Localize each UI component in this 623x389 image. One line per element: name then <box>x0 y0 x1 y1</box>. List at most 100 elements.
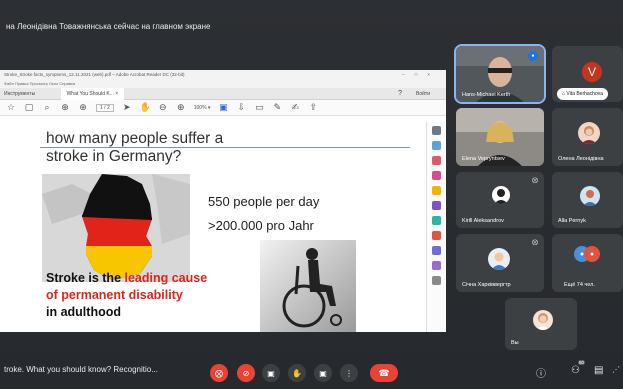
edit-pdf-icon[interactable] <box>432 171 441 180</box>
avatar <box>580 186 600 206</box>
mic-muted-icon: ⨂ <box>532 240 538 246</box>
pen-icon[interactable]: ✎ <box>272 102 282 113</box>
stroke-statement: Stroke is the leading cause of permanent… <box>46 270 207 321</box>
hand-icon[interactable]: ✋ <box>140 102 151 113</box>
avatar-photo <box>536 313 550 330</box>
next-page-icon[interactable]: ⊕ <box>78 102 88 113</box>
acrobat-title: Stroke_Stroke facts_symptoms_12.11.2021 … <box>4 72 185 77</box>
more-participants-tile[interactable]: ● ● Ещё 74 чел. <box>552 234 623 292</box>
sign-icon[interactable]: ✍ <box>290 102 300 113</box>
avatar <box>533 310 553 330</box>
save-icon[interactable]: ▢ <box>24 102 34 113</box>
avatar <box>488 248 510 270</box>
fact-per-year: >200.000 pro Jahr <box>208 218 314 233</box>
participant-tile-hans[interactable]: ● Hans-Michael Kerth <box>454 44 546 104</box>
shared-screen[interactable]: Stroke_Stroke facts_symptoms_12.11.2021 … <box>0 70 446 332</box>
slide-title-line1: how many people suffer a <box>46 130 224 147</box>
participant-name: Elena Vepryntsev <box>462 156 505 162</box>
redact-icon[interactable] <box>432 231 441 240</box>
star-icon[interactable]: ☆ <box>6 102 16 113</box>
page-number-input[interactable]: 1 / 2 <box>96 103 114 112</box>
participant-tile-alla[interactable]: Alla Pernyk <box>552 172 623 228</box>
participant-name: Alla Pernyk <box>558 218 586 224</box>
participant-tile-kirill[interactable]: ⨂ Kirill Aleksandrov <box>456 172 544 228</box>
more-options-button[interactable]: ⋮ <box>340 364 358 382</box>
create-pdf-icon[interactable] <box>432 141 441 150</box>
avatar: V <box>582 62 602 82</box>
window-controls[interactable]: –□× <box>402 70 440 80</box>
acrobat-menubar[interactable]: Файл Правка Просмотр Окно Справка <box>0 80 446 88</box>
raise-hand-button[interactable]: ✋ <box>288 364 306 382</box>
participant-tile-olena[interactable]: Олена Леонідівна <box>552 108 623 166</box>
zoom-tool-icon[interactable] <box>432 126 441 135</box>
organize-icon[interactable] <box>432 216 441 225</box>
camera-off-button[interactable]: ⊘ <box>237 364 255 382</box>
participant-name: Vita Berhachova <box>566 91 604 97</box>
meeting-title: troke. What you should know? Recognitio.… <box>4 365 158 374</box>
captions-button[interactable]: ▣ <box>262 364 280 382</box>
prev-page-icon[interactable]: ⊕ <box>60 102 70 113</box>
search-icon[interactable]: ⌕ <box>42 102 52 113</box>
more-participants-label: Ещё 74 чел. <box>564 282 595 288</box>
combine-icon[interactable] <box>432 201 441 210</box>
avatar <box>578 122 600 144</box>
help-icon[interactable]: ? <box>398 88 402 100</box>
info-icon[interactable]: ⓘ <box>536 365 546 380</box>
avatar: ● <box>584 246 600 262</box>
stroke-suffix: in adulthood <box>46 305 121 319</box>
more-tools-icon[interactable] <box>432 276 441 285</box>
avatar <box>492 186 510 204</box>
fill-sign-icon[interactable] <box>432 261 441 270</box>
avatar-photo <box>581 126 597 144</box>
tab-document[interactable]: What You Should K... × <box>60 88 125 100</box>
comment-tool-icon[interactable] <box>432 186 441 195</box>
export-pdf-icon[interactable] <box>432 156 441 165</box>
participant-tile-elena[interactable]: Elena Vepryntsev <box>456 108 544 166</box>
scroll-icon[interactable]: ⇩ <box>236 102 246 113</box>
stroke-highlight-2: of permanent disability <box>46 288 183 302</box>
pdf-slide: how many people suffer a stroke in Germa… <box>40 130 410 332</box>
leave-call-button[interactable]: ☎ <box>370 364 398 382</box>
zoom-select[interactable]: 100% ▾ <box>194 105 211 111</box>
protect-icon[interactable] <box>432 246 441 255</box>
stroke-prefix: Stroke is the <box>46 271 125 285</box>
acrobat-toolbar: ☆ ▢ ⌕ ⊕ ⊕ 1 / 2 ➤ ✋ ⊖ ⊕ 100% ▾ ▣ ⇩ ▭ ✎ ✍… <box>0 100 446 116</box>
participant-name-vita: ⌂ Vita Berhachova <box>557 88 609 100</box>
share-icon[interactable]: ⇪ <box>308 102 318 113</box>
participant-tile-sichna[interactable]: ⨂ Січна Харківвергтр <box>456 234 544 292</box>
avatar-photo <box>583 190 597 206</box>
acrobat-titlebar: Stroke_Stroke facts_symptoms_12.11.2021 … <box>0 70 446 80</box>
acrobat-tabs: Инструменты What You Should K... × ? Вой… <box>0 88 446 100</box>
chat-icon[interactable]: ▤ <box>594 365 603 376</box>
speaking-indicator-icon: ● <box>528 51 538 61</box>
acrobat-right-toolbar <box>426 122 446 332</box>
cursor-icon[interactable]: ➤ <box>122 102 132 113</box>
avatar-photo <box>494 189 508 204</box>
participant-name: Олена Леонідівна <box>558 156 604 162</box>
presenting-banner: на Леонідівна Товажнянська сейчас на гла… <box>6 22 211 31</box>
participant-name: Січна Харківвергтр <box>462 282 511 288</box>
fit-page-icon[interactable]: ▣ <box>218 102 228 113</box>
zoom-in-icon[interactable]: ⊕ <box>176 102 186 113</box>
germany-map-image <box>42 174 190 282</box>
participant-name: Hans-Michael Kerth <box>462 92 511 98</box>
fact-per-day: 550 people per day <box>208 194 320 209</box>
participant-name: Вы <box>511 340 519 346</box>
tab-tools[interactable]: Инструменты <box>4 88 35 100</box>
participant-name: Kirill Aleksandrov <box>462 218 504 224</box>
signin-link[interactable]: Войти <box>416 88 430 100</box>
slide-title-line2: stroke in Germany? <box>46 148 182 165</box>
self-view-tile[interactable]: Вы <box>505 298 577 350</box>
wheelchair-image <box>260 240 356 332</box>
zoom-out-icon[interactable]: ⊖ <box>158 102 168 113</box>
mic-off-button[interactable]: ⨂ <box>210 364 228 382</box>
meeting-controls-bar: troke. What you should know? Recognitio.… <box>0 352 623 389</box>
stroke-highlight-1: leading cause <box>124 271 208 285</box>
participant-count-badge: 80 <box>578 360 586 365</box>
people-icon[interactable]: ⚇ <box>571 365 580 376</box>
comment-icon[interactable]: ▭ <box>254 102 264 113</box>
mic-muted-icon: ⨂ <box>532 178 538 184</box>
present-button[interactable]: ▣ <box>314 364 332 382</box>
avatar-photo <box>491 252 507 270</box>
activities-icon[interactable]: ⋰ <box>612 365 620 374</box>
